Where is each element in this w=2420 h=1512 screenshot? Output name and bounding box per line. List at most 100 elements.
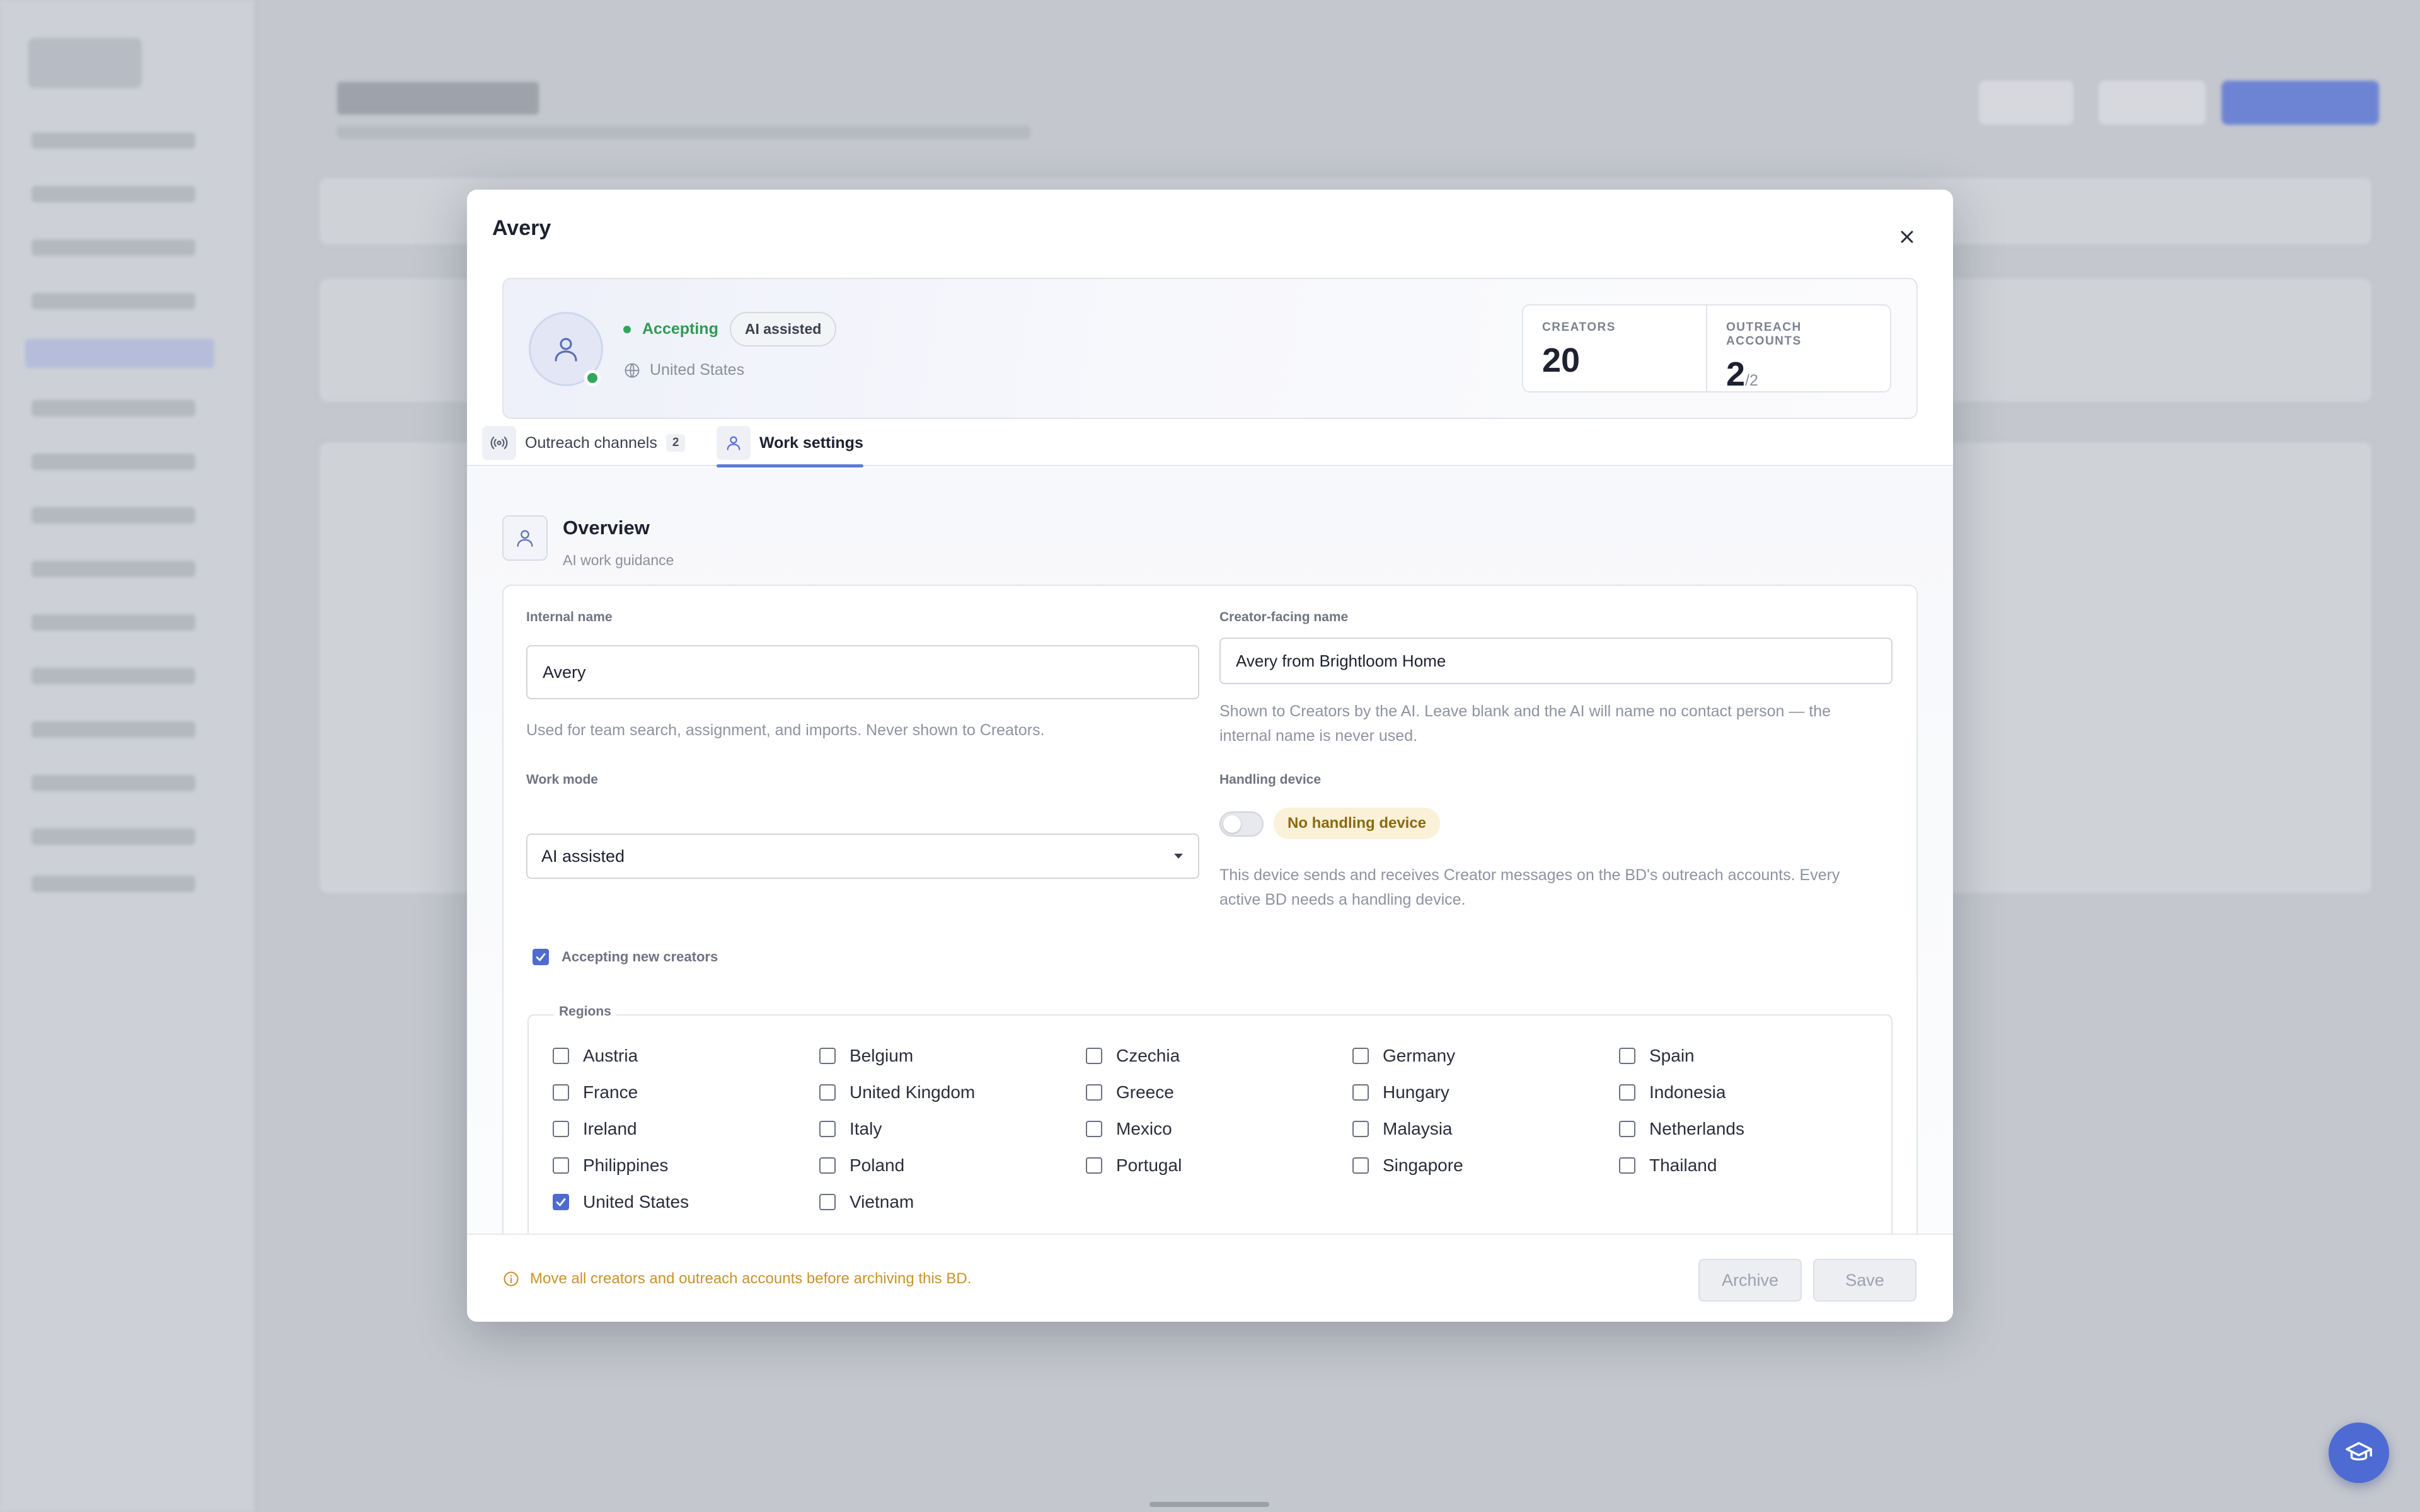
region-label: Italy (850, 1119, 882, 1138)
region-label: Germany (1383, 1046, 1456, 1065)
region-option[interactable]: Austria (553, 1046, 638, 1066)
region-label: Greece (1116, 1082, 1174, 1102)
region-option[interactable]: Greece (1086, 1082, 1174, 1102)
modal-title: Avery (492, 216, 551, 240)
archive-button[interactable]: Archive (1698, 1259, 1802, 1302)
accepting-new-creators-row[interactable]: Accepting new creators (533, 949, 718, 965)
region-option[interactable]: Indonesia (1619, 1082, 1726, 1102)
creators-stat-label: CREATORS (1542, 321, 1616, 334)
scroll-indicator (1150, 1502, 1269, 1507)
region-checkbox[interactable] (553, 1084, 569, 1101)
region-option[interactable]: Ireland (553, 1119, 637, 1139)
region-option[interactable]: Belgium (819, 1046, 913, 1066)
region-label: Spain (1649, 1046, 1695, 1065)
close-button[interactable] (1893, 222, 1922, 251)
section-title: Overview (563, 517, 650, 539)
broadcast-icon (482, 426, 516, 460)
creator-name-help-line: Shown to Creators by the AI. Leave blank… (1219, 702, 1831, 720)
region-label: Austria (583, 1046, 638, 1065)
region-checkbox[interactable] (1619, 1084, 1635, 1101)
background-button (2099, 81, 2206, 125)
mode-badge: AI assisted (729, 312, 837, 346)
region-option[interactable]: Hungary (1352, 1082, 1449, 1102)
background-nav-item (32, 561, 195, 577)
region-option[interactable]: Vietnam (819, 1192, 914, 1212)
work-mode-select[interactable]: AI assisted (526, 833, 1199, 879)
region-checkbox[interactable] (1352, 1084, 1369, 1101)
creator-name-label: Creator-facing name (1219, 610, 1349, 624)
background-nav-item (32, 614, 195, 631)
online-indicator (584, 370, 601, 386)
user-icon (717, 426, 751, 460)
region-checkbox[interactable] (1619, 1048, 1635, 1064)
region-checkbox[interactable] (819, 1048, 836, 1064)
region-option[interactable]: United States (553, 1192, 689, 1212)
region-checkbox[interactable] (1619, 1121, 1635, 1137)
region-option[interactable]: Germany (1352, 1046, 1455, 1066)
background-nav-item (32, 400, 195, 416)
region-label: Indonesia (1649, 1082, 1726, 1102)
help-academy-button[interactable] (2329, 1423, 2389, 1483)
region-option[interactable]: Portugal (1086, 1155, 1182, 1176)
region-checkbox[interactable] (819, 1157, 836, 1174)
background-page-subtitle (337, 126, 1030, 139)
region-option[interactable]: Philippines (553, 1155, 668, 1176)
accounts-stat-denominator: /2 (1745, 372, 1758, 389)
region-checkbox[interactable] (1619, 1157, 1635, 1174)
background-primary-button (2221, 81, 2379, 125)
region-option[interactable]: Spain (1619, 1046, 1695, 1066)
handling-device-help: This device sends and receives Creator m… (1219, 863, 1893, 912)
tab-work-settings[interactable]: Work settings (717, 423, 863, 467)
region-option[interactable]: United Kingdom (819, 1082, 975, 1102)
region-checkbox[interactable] (819, 1084, 836, 1101)
region-checkbox[interactable] (1086, 1048, 1102, 1064)
status-text: Accepting (642, 320, 718, 338)
region-checkbox[interactable] (819, 1194, 836, 1210)
region-checkbox[interactable] (553, 1121, 569, 1137)
region-checkbox[interactable] (553, 1048, 569, 1064)
region-label: Czechia (1116, 1046, 1180, 1065)
region-checkbox[interactable] (1352, 1157, 1369, 1174)
background-nav-item (32, 668, 195, 684)
region-label: Vietnam (850, 1192, 914, 1211)
work-mode-label: Work mode (526, 772, 598, 787)
region-option[interactable]: Singapore (1352, 1155, 1463, 1176)
region-option[interactable]: Czechia (1086, 1046, 1180, 1066)
region-option[interactable]: Poland (819, 1155, 904, 1176)
globe-icon (625, 363, 640, 377)
accounts-stat-value-row: 2/2 (1726, 355, 1871, 394)
accepting-new-creators-label: Accepting new creators (562, 949, 718, 965)
region-option[interactable]: Thailand (1619, 1155, 1717, 1176)
handling-device-help-line: active BD needs a handling device. (1219, 891, 1466, 908)
region-checkbox[interactable] (819, 1121, 836, 1137)
save-button[interactable]: Save (1813, 1259, 1916, 1302)
region-checkbox[interactable] (1352, 1121, 1369, 1137)
region-label: Malaysia (1383, 1119, 1453, 1138)
accepting-new-creators-checkbox[interactable] (533, 949, 549, 965)
region-checkbox[interactable] (553, 1157, 569, 1174)
region-option[interactable]: France (553, 1082, 638, 1102)
region-checkbox[interactable] (1086, 1157, 1102, 1174)
region-label: United Kingdom (850, 1082, 976, 1102)
region-checkbox[interactable] (1086, 1121, 1102, 1137)
background-nav-item (32, 186, 195, 202)
tab-outreach-channels[interactable]: Outreach channels 2 (482, 423, 686, 463)
modal-body[interactable]: Overview AI work guidance Internal name … (467, 467, 1953, 1234)
toggle-knob (1223, 815, 1241, 833)
region-checkbox[interactable] (1086, 1084, 1102, 1101)
region-option[interactable]: Italy (819, 1119, 882, 1139)
region-option[interactable]: Netherlands (1619, 1119, 1744, 1139)
region-checkbox[interactable] (1352, 1048, 1369, 1064)
status-row: Accepting AI assisted (623, 312, 837, 346)
tab-label: Work settings (759, 433, 863, 452)
region-option[interactable]: Malaysia (1352, 1119, 1452, 1139)
creator-name-input[interactable] (1219, 638, 1893, 684)
region-checkbox[interactable] (553, 1194, 569, 1210)
internal-name-input[interactable] (526, 645, 1199, 699)
user-icon (555, 338, 577, 362)
region-label: Netherlands (1649, 1119, 1744, 1138)
handling-device-toggle[interactable] (1219, 811, 1264, 837)
region-option[interactable]: Mexico (1086, 1119, 1172, 1139)
profile-header-card: Accepting AI assisted United States CREA… (502, 278, 1918, 419)
background-nav-item (32, 454, 195, 470)
